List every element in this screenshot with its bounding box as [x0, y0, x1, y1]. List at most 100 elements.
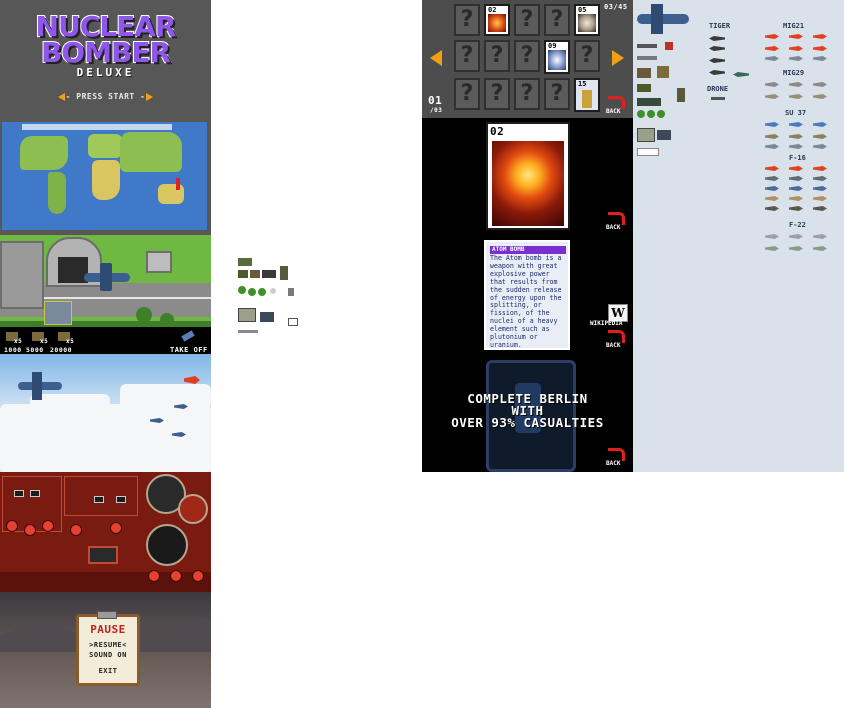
fighter-jet-sprite — [813, 186, 827, 191]
pause-dialog: PAUSE >RESUME< SOUND ON EXIT — [76, 611, 140, 686]
fighter-jet-sprite — [789, 56, 803, 61]
misc-sprite — [637, 148, 659, 156]
sky-battle-scene — [0, 354, 211, 472]
fighter-jet-sprite — [813, 234, 827, 239]
card-grid-panel: 03/45 ? 02 ? ? 05 ? ? ? 09 ? ? ? ? ? 15 — [422, 0, 633, 118]
fighter-jet-sprite — [789, 234, 803, 239]
mushroom-cloud-image — [492, 141, 564, 226]
world-map[interactable] — [2, 122, 207, 230]
aircraft-sprite-sheet: TIGER DRONE MIG21 MIG29 SU 37 F-16 F-22 — [633, 0, 844, 472]
game-screens-strip: NUCLEAR BOMBER DELUXE - PRESS START - x5 — [0, 0, 211, 708]
card-slot-locked[interactable]: ? — [574, 40, 600, 72]
collection-progress: 03/45 — [604, 3, 628, 11]
card-slot-locked[interactable]: ? — [454, 40, 480, 72]
fighter-jet-sprite — [765, 134, 779, 139]
price-2: 5000 — [26, 346, 44, 354]
card-info-text: The Atom bomb is a weapon with great exp… — [490, 254, 562, 349]
game-title-line2: BOMBER — [40, 35, 172, 70]
crate-sprite — [637, 68, 651, 78]
card-slot-locked[interactable]: ? — [544, 78, 570, 110]
bomber-sprite — [637, 14, 689, 24]
pause-title: PAUSE — [90, 623, 126, 636]
fighter-jet-sprite — [789, 166, 803, 171]
fighter-jet-sprite — [765, 246, 779, 251]
next-page-arrow-icon[interactable] — [612, 50, 624, 66]
card-slot-locked[interactable]: ? — [514, 78, 540, 110]
fighter-jet-sprite — [813, 56, 827, 61]
card-slot-locked[interactable]: ? — [484, 40, 510, 72]
bomb-sprites — [637, 44, 657, 48]
aircraft-label-drone: DRONE — [707, 85, 729, 93]
back-button[interactable]: BACK — [606, 224, 620, 231]
fighter-jet-sprite — [789, 34, 803, 39]
card-slot-15[interactable]: 15 — [574, 78, 600, 112]
pause-scene: PAUSE >RESUME< SOUND ON EXIT — [0, 592, 211, 708]
fighter-jet-sprite — [765, 196, 779, 201]
back-button[interactable]: BACK — [606, 460, 620, 467]
cockpit-panel — [0, 472, 211, 592]
collection-screen: 03/45 ? 02 ? ? 05 ? ? ? 09 ? ? ? ? ? 15 — [422, 0, 633, 472]
arrow-right-icon[interactable] — [146, 93, 153, 101]
aircraft-label-mig21: MIG21 — [783, 22, 805, 30]
card-slot-locked[interactable]: ? — [454, 4, 480, 36]
aircraft-label-f22: F-22 — [789, 221, 806, 229]
fighter-jet-sprite — [789, 144, 803, 149]
card-slot-09[interactable]: 09 — [544, 40, 570, 74]
bomb-count-2: x5 — [40, 338, 49, 345]
sound-toggle[interactable]: SOUND ON — [79, 651, 137, 659]
takeoff-button[interactable]: TAKE OFF — [170, 346, 208, 354]
card-slot-locked[interactable]: ? — [454, 78, 480, 110]
vehicle-sprite — [637, 84, 651, 92]
fighter-jet-sprite — [789, 176, 803, 181]
fighter-jet-sprite — [813, 246, 827, 251]
card-slot-locked[interactable]: ? — [484, 78, 510, 110]
fighter-jet-sprite — [813, 166, 827, 171]
fighter-jet-sprite — [765, 234, 779, 239]
card-slot-02[interactable]: 02 — [484, 4, 510, 36]
fighter-jet-sprite — [813, 46, 827, 51]
prev-page-arrow-icon[interactable] — [430, 50, 442, 66]
fighter-jet-sprite — [789, 82, 803, 87]
aircraft-label-f16: F-16 — [789, 154, 806, 162]
bomb-count-3: x5 — [66, 338, 75, 345]
exit-button[interactable]: EXIT — [79, 667, 137, 675]
fighter-jet-sprite — [813, 122, 827, 127]
fighter-jet-sprite — [789, 196, 803, 201]
fighter-jet-sprite — [813, 34, 827, 39]
resume-button[interactable]: >RESUME< — [79, 641, 137, 649]
fighter-jet-sprite — [813, 176, 827, 181]
back-button[interactable]: BACK — [606, 342, 620, 349]
card-slot-05[interactable]: 05 — [574, 4, 600, 36]
fighter-jet-sprite — [813, 196, 827, 201]
card-slot-locked[interactable]: ? — [544, 4, 570, 36]
press-start-text[interactable]: - PRESS START - — [0, 92, 211, 101]
tree-sprite — [657, 110, 665, 118]
tree-sprite — [637, 110, 645, 118]
card-slot-locked[interactable]: ? — [514, 40, 540, 72]
price-3: 20000 — [50, 346, 73, 354]
card-slot-locked[interactable]: ? — [514, 4, 540, 36]
fighter-jet-sprite — [789, 122, 803, 127]
fighter-jet-sprite — [789, 246, 803, 251]
fighter-jet-sprite — [765, 82, 779, 87]
wikipedia-link[interactable]: WIKIPEDIA — [590, 320, 623, 327]
fighter-jet-sprite — [765, 206, 779, 211]
tower-sprite — [677, 88, 685, 102]
aircraft-label-su37: SU 37 — [785, 109, 807, 117]
card-info-title: ATOM BOMB — [490, 246, 566, 254]
fighter-jet-sprite — [765, 144, 779, 149]
fighter-jet-sprite — [789, 46, 803, 51]
airbase-scene: x5 x5 x5 1000 5000 20000 TAKE OFF — [0, 235, 211, 355]
page-total: /03 — [430, 107, 443, 114]
sprite-sheet-ground — [236, 256, 300, 340]
rocket-sprites — [637, 56, 657, 60]
back-button[interactable]: BACK — [606, 108, 620, 115]
card-detail-image: 02 — [486, 122, 570, 230]
fighter-jet-sprite — [765, 176, 779, 181]
drone-sprite — [711, 97, 725, 100]
mission-line3: OVER 93% CASUALTIES — [451, 415, 604, 430]
fighter-jet-sprite — [765, 166, 779, 171]
price-1: 1000 — [4, 346, 22, 354]
fighter-jet-sprite — [765, 34, 779, 39]
page-number: 01 — [428, 94, 443, 107]
